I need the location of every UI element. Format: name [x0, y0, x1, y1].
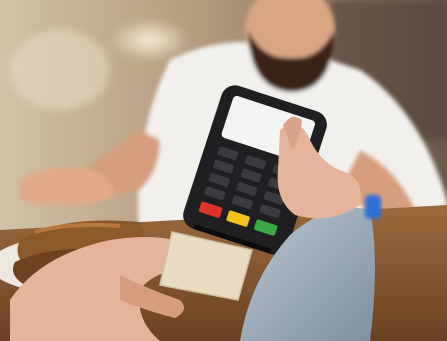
blue-object: [365, 195, 381, 219]
photo-card-payment-scene: [0, 0, 447, 341]
photo-frame: [0, 0, 447, 341]
